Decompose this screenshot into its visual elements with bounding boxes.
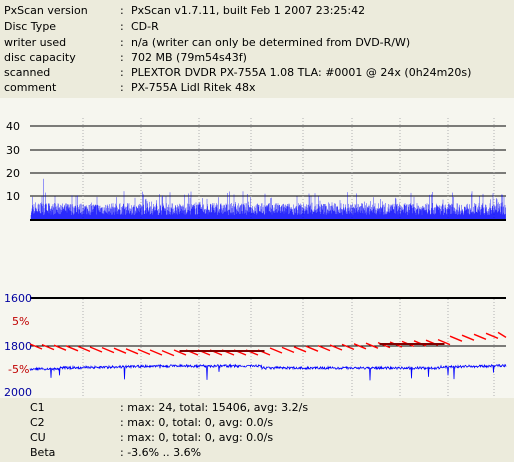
label-beta-plus-5: 5% [12,315,29,328]
stat-label: C2 [30,416,45,429]
info-label: writer used [4,36,67,49]
beta-dense-segment [179,343,445,352]
label-beta-minus-5: -5% [8,363,29,376]
scan-graph-area: 40 30 20 10 1600 5% 1800 -5% 2000 [0,98,514,399]
info-row-scanned: scanned : PLEXTOR DVDR PX-755A 1.08 TLA:… [0,66,514,80]
info-label: comment [4,81,57,94]
stat-label: Beta [30,446,56,459]
c1-graph-background [0,98,514,220]
info-value: CD-R [131,20,159,33]
jitter-trace-path [29,363,507,381]
y-tick-30: 30 [6,144,20,157]
stat-value: : max: 0, total: 0, avg: 0.0/s [120,431,274,444]
label-1800: 1800 [4,340,32,353]
c1-error-graph: 40 30 20 10 [0,98,514,221]
stat-value: : max: 0, total: 0, avg: 0.0/s [120,416,274,429]
info-label: Disc Type [4,20,57,33]
y-tick-10: 10 [6,190,20,203]
info-colon: : [120,81,124,94]
info-row-pxscan-version: PxScan version : PxScan v1.7.11, built F… [0,4,514,18]
info-colon: : [120,36,124,49]
info-value: PLEXTOR DVDR PX-755A 1.08 TLA: #0001 @ 2… [131,66,472,79]
info-label: disc capacity [4,51,76,64]
jitter-trace [29,363,507,381]
stat-row-c2: C2 : max: 0, total: 0, avg: 0.0/s [0,416,514,431]
info-colon: : [120,20,124,33]
stat-value: : -3.6% .. 3.6% [120,446,202,459]
info-value: PxScan v1.7.11, built Feb 1 2007 23:25:4… [131,4,366,17]
label-1600: 1600 [4,292,32,305]
info-value: 702 MB (79m54s43f) [131,51,247,64]
info-label: scanned [4,66,51,79]
info-row-disc-type: Disc Type : CD-R [0,20,514,34]
scan-stats-panel: C1 : max: 24, total: 15406, avg: 3.2/s C… [0,398,514,462]
beta-vertical-gridlines [82,299,495,396]
info-colon: : [120,4,124,17]
stat-row-c1: C1 : max: 24, total: 15406, avg: 3.2/s [0,401,514,416]
scan-graph-svg: 40 30 20 10 1600 5% 1800 -5% 2000 [0,98,514,399]
beta-jitter-graph: 1600 5% 1800 -5% 2000 [4,292,507,399]
info-row-writer-used: writer used : n/a (writer can only be de… [0,36,514,50]
stat-value: : max: 24, total: 15406, avg: 3.2/s [120,401,309,414]
y-tick-40: 40 [6,120,20,133]
info-row-disc-capacity: disc capacity : 702 MB (79m54s43f) [0,51,514,65]
stat-label: C1 [30,401,45,414]
y-tick-20: 20 [6,167,20,180]
info-colon: : [120,66,124,79]
label-2000: 2000 [4,386,32,398]
info-value: PX-755A Lidl Ritek 48x [131,81,256,94]
disc-info-panel: PxScan version : PxScan v1.7.11, built F… [0,0,514,98]
beta-trace [29,331,507,357]
stat-row-beta: Beta : -3.6% .. 3.6% [0,446,514,461]
info-value: n/a (writer can only be determined from … [131,36,411,49]
info-label: PxScan version [4,4,88,17]
info-row-comment: comment : PX-755A Lidl Ritek 48x [0,81,514,95]
stat-label: CU [30,431,46,444]
info-colon: : [120,51,124,64]
stat-row-cu: CU : max: 0, total: 0, avg: 0.0/s [0,431,514,446]
